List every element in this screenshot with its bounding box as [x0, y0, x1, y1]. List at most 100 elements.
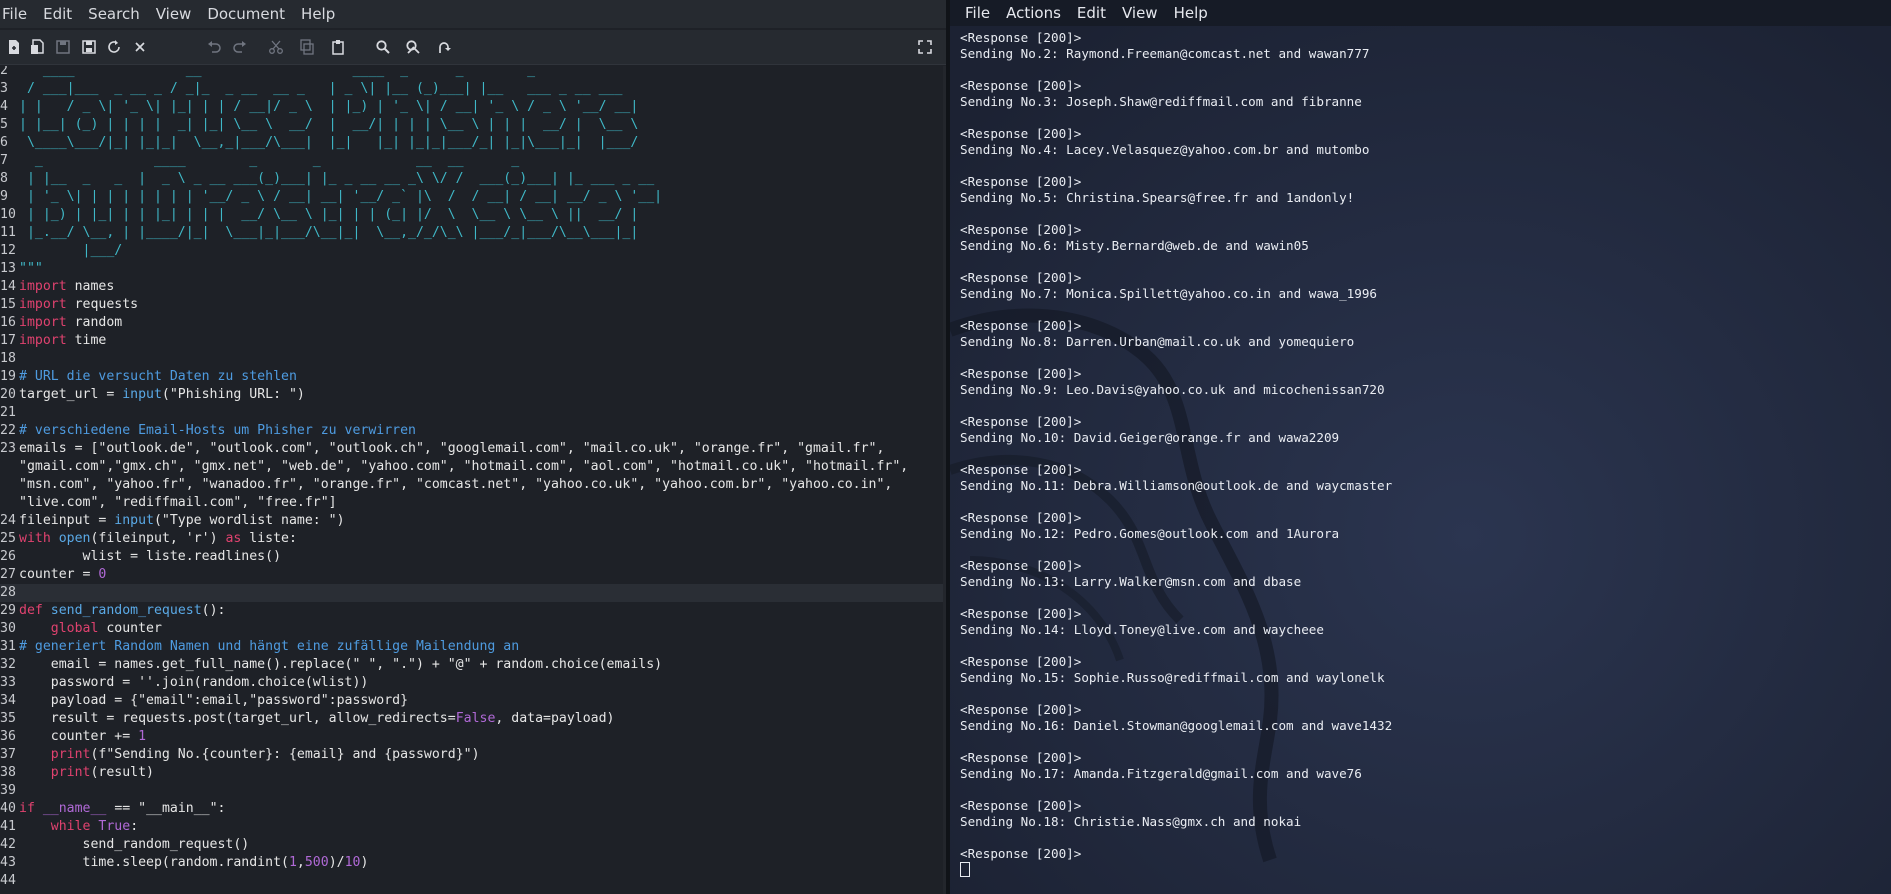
code-line[interactable]: 23 emails = ["outlook.de", "outlook.com",…	[0, 440, 946, 458]
close-icon[interactable]	[128, 35, 152, 59]
new-window-icon[interactable]	[25, 35, 49, 59]
sending-line: Sending No.11: Debra.Williamson@outlook.…	[960, 478, 1393, 493]
goto-icon[interactable]	[432, 35, 456, 59]
code-token: / ___|___ _ __ _ / _|_ _ __ __ _ | _ \| …	[19, 81, 623, 96]
code-line[interactable]: 44	[0, 872, 946, 890]
new-file-icon[interactable]	[2, 35, 26, 59]
copy-icon[interactable]	[295, 35, 319, 59]
code-line[interactable]: 6 \____\___/|_| |_|_| \__,_|___/\___| |_…	[0, 134, 946, 152]
reload-icon[interactable]	[102, 35, 126, 59]
code-line[interactable]: 41 while True:	[0, 818, 946, 836]
code-line[interactable]: 24 fileinput = input("Type wordlist name:…	[0, 512, 946, 530]
code-line[interactable]: 4 | | / _ \| '_ \| |_| | | / __|/ _ \ | |…	[0, 98, 946, 116]
line-number: 43	[0, 855, 16, 870]
code-line[interactable]: 22 # verschiedene Email-Hosts um Phisher …	[0, 422, 946, 440]
code-line[interactable]: 37 print(f"Sending No.{counter}: {email}…	[0, 746, 946, 764]
code-line[interactable]: 2 ____ __ ____ _ _ _	[0, 66, 946, 80]
code-token: (fileinput, 'r')	[90, 531, 226, 546]
menu-view[interactable]: View	[153, 5, 201, 23]
code-line[interactable]: 15 import requests	[0, 296, 946, 314]
menu-actions[interactable]: Actions	[998, 4, 1069, 22]
code-token: counter +=	[19, 729, 139, 744]
menu-file[interactable]: File	[950, 4, 998, 22]
line-number: 27	[0, 567, 16, 582]
line-number: 9	[0, 189, 8, 204]
code-line[interactable]: 8 | |__ _ _ | _ \ _ __ ___(_)___| |_ _ _…	[0, 170, 946, 188]
terminal-output[interactable]: <Response [200]> Sending No.2: Raymond.F…	[960, 30, 1880, 878]
fullscreen-icon[interactable]	[913, 35, 937, 59]
code-line[interactable]: 31 # generiert Random Namen und hängt ein…	[0, 638, 946, 656]
code-line[interactable]: 26 wlist = liste.readlines()	[0, 548, 946, 566]
code-line[interactable]: 17 import time	[0, 332, 946, 350]
line-number: 5	[0, 117, 8, 132]
code-line[interactable]: 38 print(result)	[0, 764, 946, 782]
line-number: 40	[0, 801, 16, 816]
code-line[interactable]: 40 if __name__ == "__main__":	[0, 800, 946, 818]
line-number: 12	[0, 243, 16, 258]
code-token: time.sleep(random.randint(	[19, 855, 289, 870]
paste-icon[interactable]	[326, 35, 350, 59]
code-line[interactable]: 36 counter += 1	[0, 728, 946, 746]
line-number: 23	[0, 441, 16, 456]
menu-file[interactable]: File	[0, 5, 36, 23]
menu-search[interactable]: Search	[85, 5, 149, 23]
find-replace-icon[interactable]	[401, 35, 425, 59]
line-number: 30	[0, 621, 16, 636]
menu-help[interactable]: Help	[298, 5, 344, 23]
code-line[interactable]: 43 time.sleep(random.randint(1,500)/10)	[0, 854, 946, 872]
code-line[interactable]: 27 counter = 0	[0, 566, 946, 584]
code-line[interactable]: 9 | '_ \| | | | | | | | '__/ _ \ / __| _…	[0, 188, 946, 206]
redo-icon[interactable]	[228, 35, 252, 59]
code-line[interactable]: 28	[0, 584, 946, 602]
response-line: <Response [200]>	[960, 462, 1082, 477]
line-number: 42	[0, 837, 16, 852]
code-line[interactable]: 39	[0, 782, 946, 800]
code-line[interactable]: 16 import random	[0, 314, 946, 332]
code-line[interactable]: 33 password = ''.join(random.choice(wlis…	[0, 674, 946, 692]
save-icon[interactable]	[51, 35, 75, 59]
terminal-prompt[interactable]	[960, 862, 1880, 878]
menu-edit[interactable]: Edit	[1069, 4, 1114, 22]
code-line[interactable]: 11 |_.__/ \__, | |____/|_| \___|_|___/\_…	[0, 224, 946, 242]
code-line[interactable]: 20 target_url = input("Phishing URL: ")	[0, 386, 946, 404]
menu-document[interactable]: Document	[204, 5, 294, 23]
menu-view[interactable]: View	[1114, 4, 1166, 22]
code-line[interactable]: 42 send_random_request()	[0, 836, 946, 854]
code-line[interactable]: 25 with open(fileinput, 'r') as liste:	[0, 530, 946, 548]
undo-icon[interactable]	[202, 35, 226, 59]
line-number: 26	[0, 549, 16, 564]
cut-icon[interactable]	[264, 35, 288, 59]
code-line[interactable]: 12 |___/	[0, 242, 946, 260]
code-line[interactable]: 18	[0, 350, 946, 368]
code-line[interactable]: 14 import names	[0, 278, 946, 296]
response-line: <Response [200]>	[960, 654, 1082, 669]
menu-help[interactable]: Help	[1166, 4, 1216, 22]
code-line[interactable]: 32 email = names.get_full_name().replace…	[0, 656, 946, 674]
sending-line: Sending No.6: Misty.Bernard@web.de and w…	[960, 238, 1309, 253]
code-line[interactable]: 19 # URL die versucht Daten zu stehlen	[0, 368, 946, 386]
save-as-icon[interactable]	[77, 35, 101, 59]
code-line[interactable]: "live.com", "rediffmail.com", "free.fr"]	[0, 494, 946, 512]
code-token: requests	[66, 297, 139, 312]
code-line[interactable]: 13 """	[0, 260, 946, 278]
code-token: "gmail.com","gmx.ch", "gmx.net", "web.de…	[19, 459, 909, 474]
code-line[interactable]: 30 global counter	[0, 620, 946, 638]
code-line[interactable]: 7 _ ____ _ _ __ __ _	[0, 152, 946, 170]
menu-edit[interactable]: Edit	[40, 5, 81, 23]
code-line[interactable]: "msn.com", "yahoo.fr", "wanadoo.fr", "or…	[0, 476, 946, 494]
sending-line: Sending No.13: Larry.Walker@msn.com and …	[960, 574, 1302, 589]
code-line[interactable]: 3 / ___|___ _ __ _ / _|_ _ __ __ _ | _ \…	[0, 80, 946, 98]
code-line[interactable]: 34 payload = {"email":email,"password":p…	[0, 692, 946, 710]
code-editor-area[interactable]: 2 ____ __ ____ _ _ _ 3 / ___|___ _ __ _ …	[0, 66, 946, 894]
line-number: 44	[0, 873, 16, 888]
code-line[interactable]: "gmail.com","gmx.ch", "gmx.net", "web.de…	[0, 458, 946, 476]
code-line[interactable]: 29 def send_random_request():	[0, 602, 946, 620]
code-token: ____ __ ____ _ _ _	[19, 66, 599, 78]
code-line[interactable]: 35 result = requests.post(target_url, al…	[0, 710, 946, 728]
find-icon[interactable]	[371, 35, 395, 59]
code-line[interactable]: 10 | |_) | |_| | | |_| | | | __/ \__ \ |…	[0, 206, 946, 224]
code-line[interactable]: 5 | |__| (_) | | | | _| |_| \__ \ __/ | _…	[0, 116, 946, 134]
code-line[interactable]: 21	[0, 404, 946, 422]
code-token: password = ''.join(random.choice(wlist))	[19, 675, 369, 690]
